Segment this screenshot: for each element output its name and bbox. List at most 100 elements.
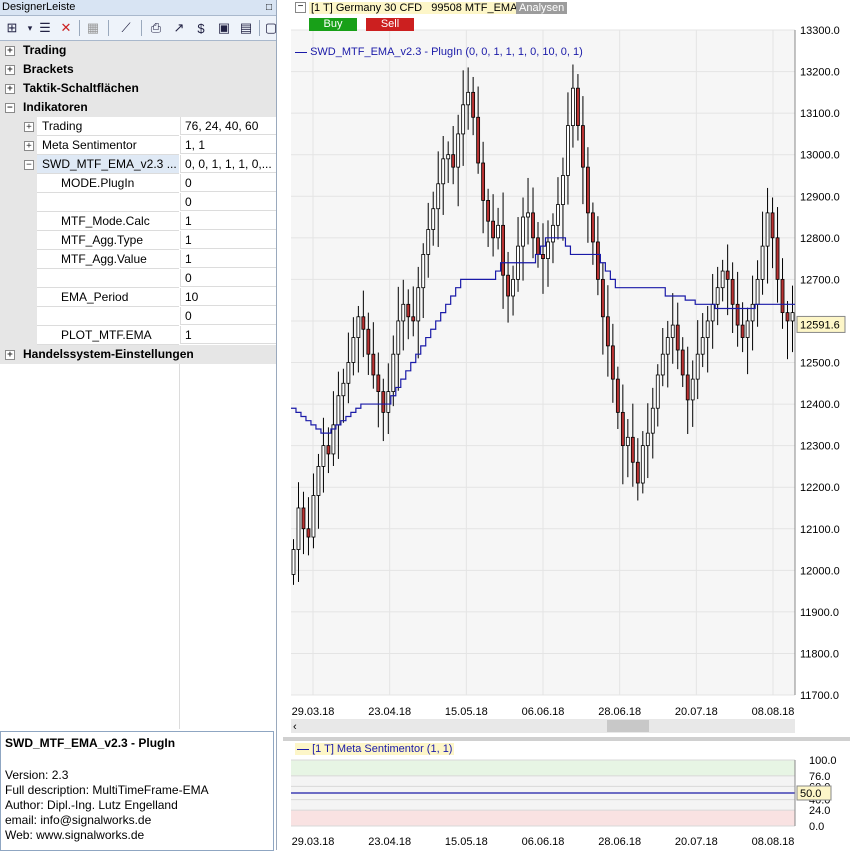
candle-body	[576, 87, 580, 126]
candle-body	[675, 324, 680, 351]
parameter-label: PLOT_MTF.EMA	[61, 328, 152, 342]
candle-body	[650, 407, 655, 434]
toolbar-separator	[141, 20, 142, 36]
parameter-value[interactable]: 0	[180, 174, 276, 192]
indicator-value[interactable]: 0, 0, 1, 1, 1, 0,...	[180, 155, 276, 173]
candle-body	[665, 337, 670, 355]
collapse-icon[interactable]: −	[295, 2, 306, 13]
category-label: Brackets	[23, 62, 74, 76]
candle-body	[456, 133, 461, 168]
parameter-value[interactable]: 1	[180, 212, 276, 230]
chart-area[interactable]: 13300.0 13200.0 13100.0 13000.0 12900.0 12800…	[283, 0, 850, 850]
candle-body	[541, 254, 545, 259]
candle-body	[660, 353, 665, 376]
candle-body	[486, 200, 491, 222]
buy-button[interactable]: Buy	[309, 18, 357, 31]
category-label: Trading	[23, 43, 67, 57]
dollar-icon[interactable]: $	[192, 19, 210, 37]
sentiment-time-label: 08.08.18	[752, 836, 795, 848]
candle-body	[720, 270, 725, 289]
expand-icon[interactable]: +	[24, 141, 34, 151]
line-chart-icon[interactable]: ⟋	[117, 19, 135, 37]
parameter-value[interactable]: 1	[180, 250, 276, 268]
candle-body	[680, 349, 685, 376]
price-axis-label: 11900.0	[800, 607, 839, 619]
candle-body	[700, 337, 705, 355]
expand-icon[interactable]: +	[5, 46, 15, 56]
expand-icon[interactable]: +	[5, 84, 15, 94]
collapse-icon[interactable]: −	[5, 103, 15, 113]
table-icon[interactable]: ▤	[237, 19, 255, 37]
parameter-value[interactable]: 10	[180, 288, 276, 306]
category-handelssystem[interactable]: + Handelssystem-Einstellungen	[0, 345, 276, 364]
candle-body	[725, 270, 730, 280]
grid-icon[interactable]: ▦	[84, 19, 102, 37]
expand-icon[interactable]: +	[5, 65, 15, 75]
candle-body	[466, 91, 471, 106]
candle-body	[610, 345, 615, 380]
price-axis-label: 12300.0	[800, 441, 840, 453]
indicator-value[interactable]: 1, 1	[180, 136, 276, 154]
sub-legend-text: [1 T] Meta Sentimentor (1, 1)	[312, 743, 453, 755]
parameter-row[interactable]: MODE.PlugIn 0	[0, 174, 276, 193]
parameter-row[interactable]: MTF_Agg.Value 1	[0, 250, 276, 269]
chart-window-icon[interactable]: ▣	[215, 19, 233, 37]
category-indikatoren[interactable]: − Indikatoren	[0, 98, 276, 117]
printer-icon[interactable]: ⎙	[147, 19, 165, 37]
price-axis-label: 13300.0	[800, 25, 840, 37]
category-taktik[interactable]: + Taktik-Schaltflächen	[0, 79, 276, 98]
sentiment-time-label: 06.06.18	[522, 836, 565, 848]
candle-body	[605, 316, 610, 347]
sentiment-axis-label: 0.0	[809, 821, 824, 833]
indicator-trading[interactable]: + Trading 76, 24, 40, 60	[0, 117, 276, 136]
sentiment-value-label: 50.0	[800, 788, 821, 800]
indicator-label: Meta Sentimentor	[42, 138, 137, 152]
parameter-value[interactable]: 0	[180, 193, 276, 211]
expand-icon[interactable]: +	[24, 122, 34, 132]
category-brackets[interactable]: + Brackets	[0, 60, 276, 79]
parameter-row[interactable]: MTF_Agg.Type 1	[0, 231, 276, 250]
candle-body	[685, 374, 690, 401]
sentiment-axis-label: 24.0	[809, 805, 830, 817]
analysen-button[interactable]: Analysen	[516, 2, 568, 14]
candle-body	[615, 378, 620, 413]
sub-legend: [1 T] Meta Sentimentor (1, 1)	[295, 743, 455, 755]
candle-body	[600, 278, 605, 318]
indicator-meta-sentimentor[interactable]: + Meta Sentimentor 1, 1	[0, 136, 276, 155]
parameter-row[interactable]: 0	[0, 307, 276, 326]
parameter-value[interactable]: 0	[180, 307, 276, 325]
list-icon[interactable]: ☰	[36, 19, 54, 37]
parameter-value[interactable]: 1	[180, 326, 276, 344]
category-trading[interactable]: + Trading	[0, 41, 276, 60]
collapse-icon[interactable]: −	[24, 160, 34, 170]
delete-icon[interactable]: ✕	[57, 19, 75, 37]
price-axis-label: 13200.0	[800, 67, 840, 79]
trend-icon[interactable]: ↗	[170, 19, 188, 37]
price-axis-label: 11800.0	[800, 648, 839, 660]
property-tree: + Trading + Brackets + Taktik-Schaltfläc…	[0, 41, 276, 364]
sentiment-low-zone	[291, 810, 795, 826]
parameter-row[interactable]: 0	[0, 193, 276, 212]
price-axis-label: 12700.0	[800, 274, 840, 286]
parameter-value[interactable]: 1	[180, 231, 276, 249]
expand-icon[interactable]: +	[5, 350, 15, 360]
parameter-row[interactable]: MTF_Mode.Calc 1	[0, 212, 276, 231]
indicator-swd-mtf-ema[interactable]: − SWD_MTF_EMA_v2.3 ... 0, 0, 1, 1, 1, 0,…	[0, 155, 276, 174]
price-axis-label: 12800.0	[800, 233, 840, 245]
candle-body	[561, 175, 565, 205]
sell-button[interactable]: Sell	[366, 18, 414, 31]
pin-icon[interactable]: □	[266, 0, 272, 15]
parameter-row[interactable]: PLOT_MTF.EMA 1	[0, 326, 276, 345]
parameter-row[interactable]: 0	[0, 269, 276, 288]
window-icon[interactable]: ▢	[262, 19, 280, 37]
indicator-value[interactable]: 76, 24, 40, 60	[180, 117, 276, 135]
parameter-row[interactable]: EMA_Period 10	[0, 288, 276, 307]
candle-body	[341, 382, 346, 397]
candle-body	[710, 303, 715, 322]
parameter-value[interactable]: 0	[180, 269, 276, 287]
time-axis-label: 06.06.18	[522, 706, 565, 718]
chart-canvas[interactable]: 13300.0 13200.0 13100.0 13000.0 12900.0 12800…	[283, 0, 850, 850]
candle-body	[386, 391, 391, 413]
add-indicator-icon[interactable]: ⊞	[3, 19, 21, 37]
instrument-label[interactable]: [1 T] Germany 30 CFD 99508 MTF_EMA	[309, 2, 520, 14]
